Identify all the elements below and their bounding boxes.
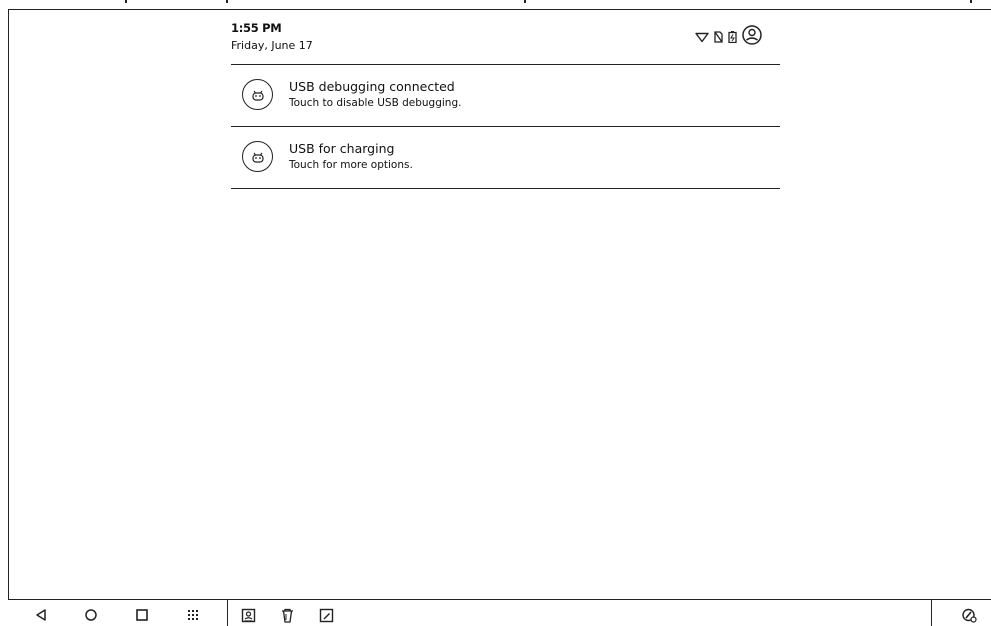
notification-text: Touch to disable USB debugging. (289, 97, 462, 109)
apps-grid-icon[interactable] (184, 606, 202, 624)
back-icon[interactable] (32, 606, 50, 624)
edit-icon[interactable] (317, 606, 335, 624)
notification-title: USB debugging connected (289, 79, 455, 94)
account-icon[interactable] (742, 25, 762, 49)
wifi-icon (695, 28, 709, 47)
android-icon (242, 141, 273, 172)
notification-text: Touch for more options. (289, 159, 413, 171)
pen-settings-icon[interactable] (960, 606, 978, 624)
top-edge-ticks (0, 0, 991, 9)
notification-title: USB for charging (289, 141, 395, 156)
trash-icon[interactable] (278, 606, 296, 624)
taskbar (8, 599, 991, 626)
battery-icon (728, 28, 737, 47)
home-icon[interactable] (82, 606, 100, 624)
recents-icon[interactable] (133, 606, 151, 624)
status-icons (695, 25, 762, 49)
date: Friday, June 17 (231, 39, 313, 52)
notification-shade: 1:55 PM Friday, June 17 USB debugging co… (231, 9, 780, 189)
notification-usb-charging[interactable]: USB for charging Touch for more options. (231, 127, 780, 189)
shade-header: 1:55 PM Friday, June 17 (231, 9, 780, 65)
clock: 1:55 PM (231, 21, 282, 35)
no-sim-icon (714, 28, 723, 47)
notification-usb-debugging[interactable]: USB debugging connected Touch to disable… (231, 65, 780, 127)
android-icon (242, 79, 273, 110)
taskbar-divider (931, 600, 932, 626)
taskbar-divider (227, 600, 228, 626)
contacts-icon[interactable] (239, 606, 257, 624)
